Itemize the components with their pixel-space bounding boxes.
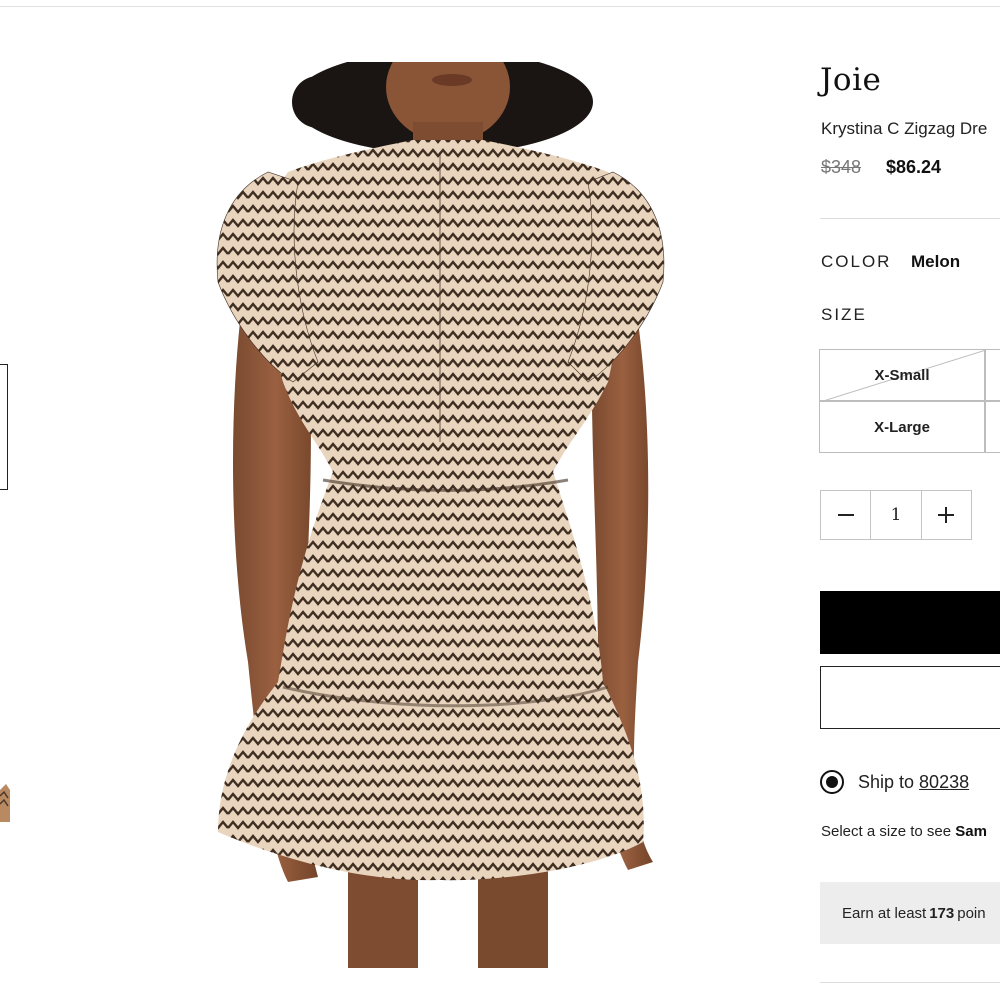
top-divider xyxy=(0,6,1000,7)
size-option-partial[interactable] xyxy=(985,401,1000,453)
radio-selected-icon[interactable] xyxy=(820,770,844,794)
size-option-label: X-Large xyxy=(874,418,930,436)
increment-button[interactable] xyxy=(922,491,971,539)
color-value: Melon xyxy=(911,252,961,271)
minus-icon xyxy=(837,514,854,516)
size-label: SIZE xyxy=(821,305,867,324)
quantity-value[interactable]: 1 xyxy=(870,491,922,539)
zip-code-link[interactable]: 80238 xyxy=(919,772,969,793)
size-option-label: X-Small xyxy=(874,366,930,384)
sale-price: $86.24 xyxy=(886,157,942,177)
rewards-banner: Earn at least 173 poin xyxy=(820,882,1000,944)
ship-to-label: Ship to xyxy=(858,771,915,792)
size-option-x-large[interactable]: X-Large xyxy=(819,401,985,453)
thumbnail-selected[interactable] xyxy=(0,364,8,490)
size-availability-note: Select a size to see Sam xyxy=(821,823,987,840)
bottom-divider xyxy=(820,982,1000,983)
color-label: COLOR xyxy=(821,252,892,271)
product-title: Krystina C Zigzag Dre xyxy=(821,119,988,138)
section-divider xyxy=(820,218,1000,219)
original-price: $348 xyxy=(821,157,862,177)
rewards-prefix: Earn at least xyxy=(842,904,927,922)
rewards-suffix: poin xyxy=(957,904,986,922)
rewards-points: 173 xyxy=(929,904,955,922)
product-image[interactable] xyxy=(208,32,678,968)
quantity-stepper: 1 xyxy=(820,490,972,540)
thumbnail-partial[interactable] xyxy=(0,760,10,822)
ship-to-option[interactable]: Ship to 80238 xyxy=(820,770,969,794)
decrement-button[interactable] xyxy=(821,491,870,539)
size-note-bold: Sam xyxy=(955,823,987,840)
size-note-text: Select a size to see xyxy=(821,823,956,840)
size-option-small-partial[interactable] xyxy=(985,349,1000,401)
secondary-action-button[interactable] xyxy=(820,666,1000,729)
plus-icon xyxy=(938,507,955,523)
brand-name[interactable]: Joie xyxy=(820,62,881,98)
add-to-bag-button[interactable] xyxy=(820,591,1000,654)
size-option-x-small-unavailable[interactable]: X-Small xyxy=(819,349,986,402)
